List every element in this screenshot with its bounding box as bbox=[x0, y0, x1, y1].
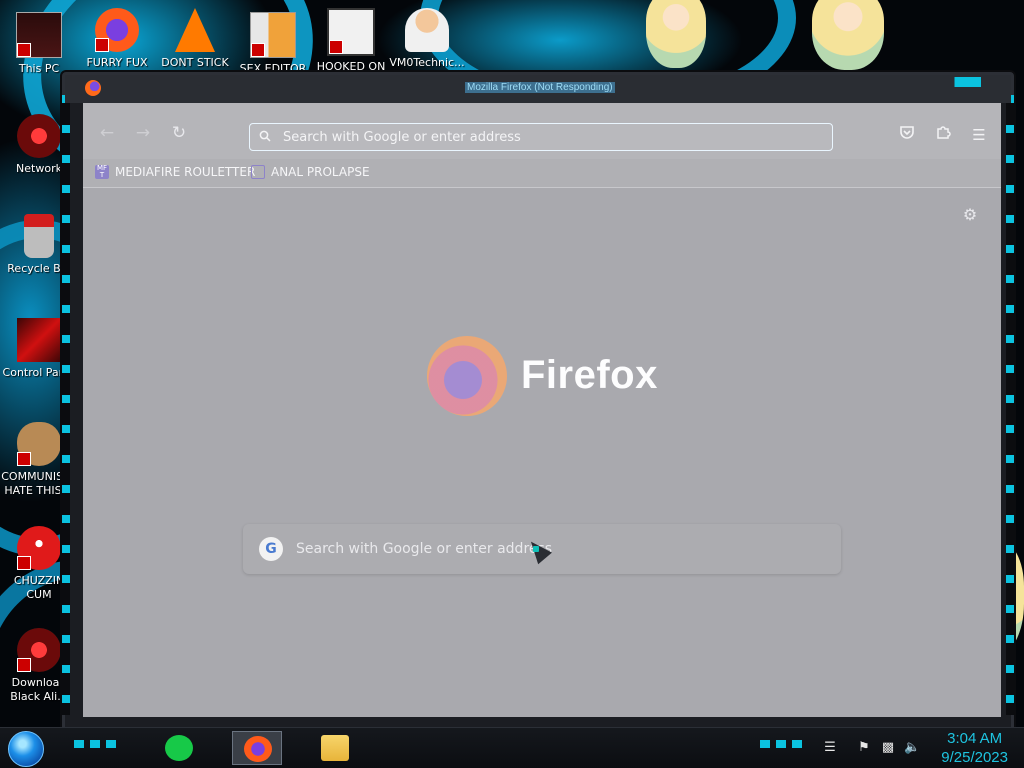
firefox-icon bbox=[244, 736, 272, 762]
bookmarks-toolbar: MF T MEDIAFIRE ROULETTER ANAL PROLAPSE bbox=[83, 159, 1001, 188]
pocket-icon[interactable] bbox=[895, 123, 919, 147]
start-button[interactable] bbox=[8, 731, 44, 767]
bookmark-anal-prolapse[interactable]: ANAL PROLAPSE bbox=[251, 165, 370, 179]
newtab-search-placeholder: Search with Google or enter address bbox=[296, 541, 553, 557]
system-clock[interactable]: 3:04 AM 9/25/2023 bbox=[941, 729, 1008, 767]
notes-app-icon bbox=[165, 735, 193, 761]
chuzzle-icon bbox=[17, 526, 61, 570]
character-sticker-2 bbox=[812, 0, 884, 70]
firefox-title-icon bbox=[85, 80, 101, 96]
window-titlebar[interactable]: Mozilla Firefox (Not Responding) bbox=[65, 75, 1011, 103]
desktop-icon-label: DONT STICK bbox=[161, 56, 229, 69]
vlc-cone-icon bbox=[175, 8, 215, 52]
desktop-icon-label: CHUZZIN CUM bbox=[13, 574, 65, 601]
navigation-toolbar: ← → ↻ Search with Google or enter addres… bbox=[83, 103, 1001, 159]
control-panel-icon bbox=[17, 318, 61, 362]
maze-game-icon bbox=[327, 8, 375, 56]
bookmark-favicon-icon bbox=[251, 165, 265, 179]
desktop-icon-hooked-on[interactable]: HOOKED ON bbox=[311, 8, 391, 74]
firefox-wordmark: Firefox bbox=[521, 353, 658, 397]
network-status-icon[interactable]: ▩ bbox=[880, 740, 896, 756]
taskbar-app-notes[interactable] bbox=[154, 731, 204, 765]
reload-icon[interactable]: ↻ bbox=[165, 119, 193, 147]
mediafire-bookmark-icon: MF T bbox=[95, 164, 109, 179]
hxd-editor-icon bbox=[250, 12, 296, 58]
gear-icon[interactable]: ⚙ bbox=[961, 206, 979, 224]
recycle-bin-icon bbox=[24, 214, 54, 258]
forward-arrow-icon[interactable]: → bbox=[129, 119, 157, 147]
search-icon bbox=[259, 130, 271, 142]
technician-icon bbox=[405, 8, 449, 52]
window-left-decoration bbox=[62, 95, 70, 715]
download-globe-icon bbox=[17, 628, 61, 672]
desktop-icon-vm0technic[interactable]: VM0Technic... bbox=[387, 8, 467, 70]
show-hidden-icons-icon[interactable]: ☰ bbox=[822, 740, 838, 756]
window-title: Mozilla Firefox (Not Responding) bbox=[465, 82, 615, 93]
desktop-icon-label: VM0Technic... bbox=[389, 56, 465, 69]
clock-time: 3:04 AM bbox=[947, 730, 1003, 747]
desktop-icon-label: FURRY FUX bbox=[86, 56, 148, 69]
desktop-icon-dont-stick[interactable]: DONT STICK bbox=[155, 8, 235, 70]
taskbar: ☰ ⚑ ▩ 🔈 3:04 AM 9/25/2023 bbox=[0, 727, 1024, 768]
window-controls[interactable] bbox=[915, 77, 1003, 87]
taskbar-app-file-explorer[interactable] bbox=[310, 731, 360, 765]
firefox-icon bbox=[95, 8, 139, 52]
bookmark-label: ANAL PROLAPSE bbox=[271, 165, 370, 179]
taskbar-app-firefox[interactable] bbox=[232, 731, 282, 765]
back-arrow-icon[interactable]: ← bbox=[93, 119, 121, 147]
taskbar-decoration-left bbox=[74, 740, 118, 748]
money-bag-icon bbox=[17, 422, 61, 466]
folder-icon bbox=[321, 735, 349, 761]
taskbar-decoration-right bbox=[760, 740, 802, 748]
clock-date: 9/25/2023 bbox=[941, 749, 1008, 766]
computer-icon bbox=[16, 12, 62, 58]
google-logo-icon: G bbox=[259, 537, 283, 561]
firefox-window[interactable]: Mozilla Firefox (Not Responding) ← → ↻ S… bbox=[62, 72, 1014, 733]
desktop-icon-this-pc[interactable]: This PC bbox=[0, 12, 79, 76]
new-tab-page: ⚙ Firefox G Search with Google or enter … bbox=[83, 188, 1001, 717]
action-center-flag-icon[interactable]: ⚑ bbox=[856, 740, 872, 756]
window-right-decoration bbox=[1006, 95, 1014, 715]
character-sticker-1 bbox=[646, 0, 706, 68]
browser-content: ← → ↻ Search with Google or enter addres… bbox=[83, 103, 1001, 717]
newtab-search-box[interactable]: G Search with Google or enter address bbox=[243, 524, 841, 574]
address-bar[interactable]: Search with Google or enter address bbox=[249, 123, 833, 151]
bookmark-label: MEDIAFIRE ROULETTER bbox=[115, 165, 256, 179]
firefox-logo-icon bbox=[427, 336, 507, 416]
mouse-cursor-accent bbox=[533, 546, 539, 552]
desktop-icon-sex-editor[interactable]: SEX EDITOR bbox=[233, 12, 313, 76]
hamburger-menu-icon[interactable]: ☰ bbox=[967, 123, 991, 147]
volume-icon[interactable]: 🔈 bbox=[904, 740, 920, 756]
desktop-icon-furry-fux[interactable]: FURRY FUX bbox=[77, 8, 157, 70]
network-globe-icon bbox=[17, 114, 61, 158]
bookmark-mediafire-rouletter[interactable]: MF T MEDIAFIRE ROULETTER bbox=[95, 165, 255, 179]
address-bar-placeholder: Search with Google or enter address bbox=[283, 130, 521, 145]
extensions-puzzle-icon[interactable] bbox=[931, 123, 955, 147]
